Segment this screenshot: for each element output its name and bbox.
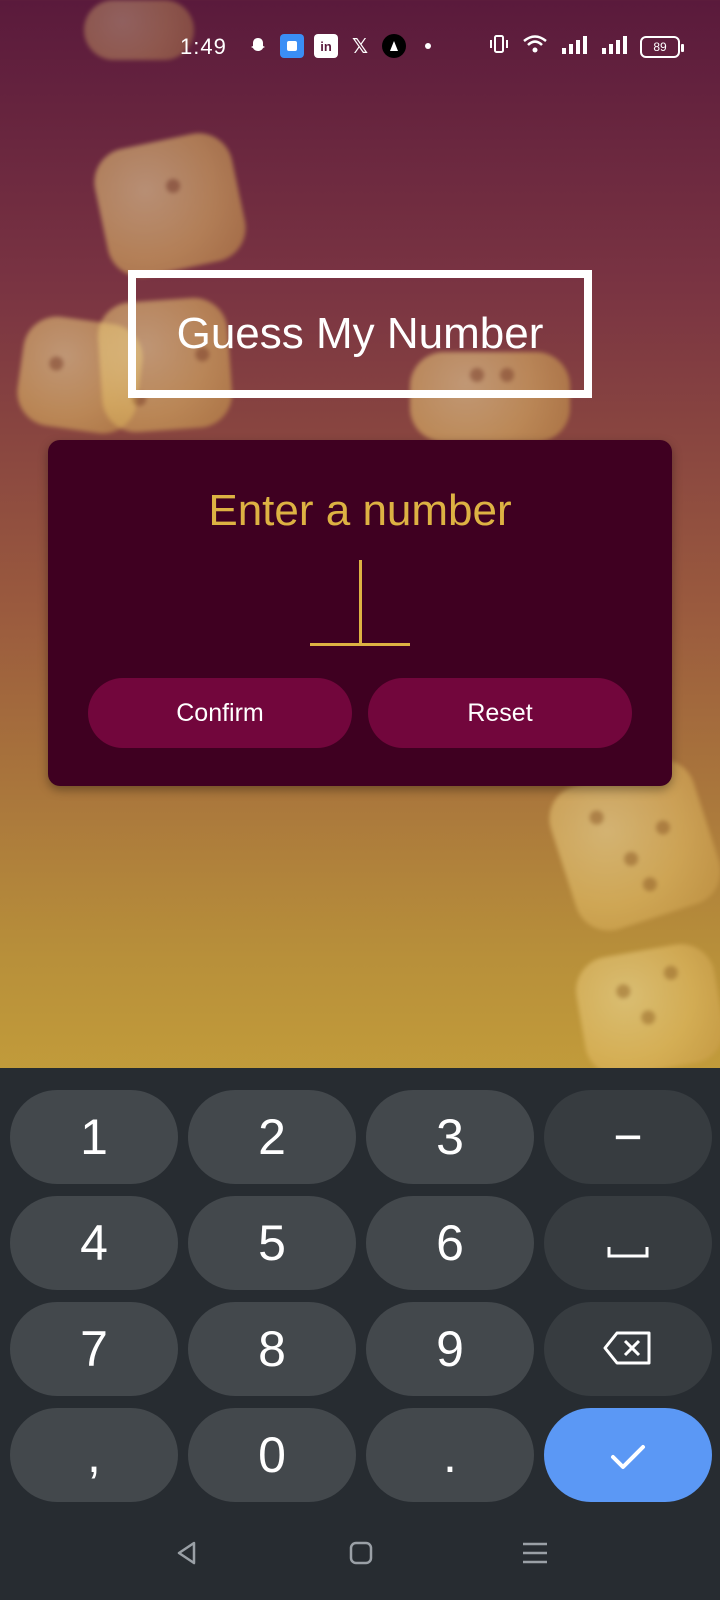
x-icon: 𝕏	[351, 35, 369, 58]
snapchat-icon	[246, 34, 270, 58]
system-icons: 89	[488, 34, 684, 59]
key-1[interactable]: 1	[10, 1090, 178, 1184]
done-key[interactable]	[544, 1408, 712, 1502]
linkedin-icon: in	[314, 34, 338, 58]
text-cursor	[359, 560, 362, 644]
title-box: Guess My Number	[128, 270, 592, 398]
key-0[interactable]: 0	[188, 1408, 356, 1502]
key-6[interactable]: 6	[366, 1196, 534, 1290]
dot-icon	[416, 34, 440, 58]
backspace-icon	[603, 1320, 653, 1378]
space-icon	[606, 1214, 650, 1272]
input-prompt: Enter a number	[208, 486, 512, 535]
key-3[interactable]: 3	[366, 1090, 534, 1184]
status-bar: 1:49 in 𝕏 89	[0, 0, 720, 90]
background-die	[570, 938, 720, 1082]
threads-icon	[382, 34, 406, 58]
recents-icon[interactable]	[520, 1538, 550, 1568]
key-2[interactable]: 2	[188, 1090, 356, 1184]
wifi-icon	[522, 34, 548, 59]
guess-card: Enter a number Confirm Reset	[48, 440, 672, 786]
home-icon[interactable]	[346, 1538, 376, 1568]
vibrate-icon	[488, 34, 510, 59]
key-comma[interactable]: ,	[10, 1408, 178, 1502]
reset-button[interactable]: Reset	[368, 678, 632, 748]
signal-icon	[560, 34, 588, 59]
number-input[interactable]	[310, 558, 410, 646]
numeric-keyboard: 1 2 3 − 4 5 6 7 8 9 , 0 .	[0, 1068, 720, 1600]
key-4[interactable]: 4	[10, 1196, 178, 1290]
back-icon[interactable]	[172, 1538, 202, 1568]
key-period[interactable]: .	[366, 1408, 534, 1502]
background-die	[88, 126, 252, 284]
battery-icon: 89	[640, 35, 684, 58]
key-5[interactable]: 5	[188, 1196, 356, 1290]
key-8[interactable]: 8	[188, 1302, 356, 1396]
page-title: Guess My Number	[176, 309, 544, 358]
signal-icon	[600, 34, 628, 59]
key-minus[interactable]: −	[544, 1090, 712, 1184]
status-time: 1:49	[180, 34, 227, 59]
confirm-button[interactable]: Confirm	[88, 678, 352, 748]
key-7[interactable]: 7	[10, 1302, 178, 1396]
checkmark-icon	[608, 1426, 648, 1484]
space-key[interactable]	[544, 1196, 712, 1290]
notification-icons: in 𝕏	[246, 34, 440, 58]
app-icon	[280, 34, 304, 58]
backspace-key[interactable]	[544, 1302, 712, 1396]
key-9[interactable]: 9	[366, 1302, 534, 1396]
